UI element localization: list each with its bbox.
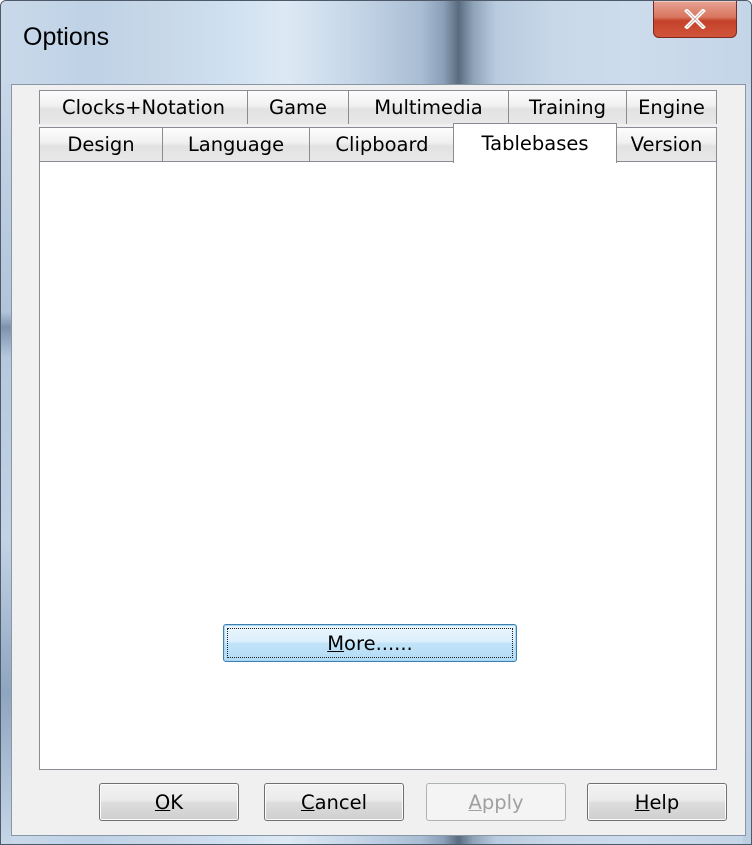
tab-multimedia[interactable]: Multimedia [348, 90, 509, 124]
tab-label: Clocks+Notation [62, 96, 225, 119]
more-button-label: ore...... [344, 631, 413, 655]
tab-label: Version [630, 133, 703, 156]
window-frame-left [1, 84, 11, 844]
cancel-mnemonic: C [300, 790, 315, 814]
tab-row-back: Clocks+Notation Game Multimedia Training… [39, 90, 717, 126]
apply-mnemonic: A [468, 790, 482, 814]
tab-label: Game [268, 96, 328, 119]
ok-mnemonic: O [154, 790, 171, 814]
tab-game[interactable]: Game [247, 90, 349, 124]
tab-tablebases[interactable]: Tablebases [453, 123, 617, 163]
window-title: Options [23, 23, 110, 51]
tab-label: Tablebases [481, 132, 589, 155]
cancel-button[interactable]: Cancel [264, 783, 404, 821]
tab-label: Clipboard [335, 133, 429, 156]
tab-label: Multimedia [374, 96, 483, 119]
more-button[interactable]: More...... [223, 624, 517, 662]
tab-language[interactable]: Language [162, 127, 310, 161]
tab-clocks-notation[interactable]: Clocks+Notation [39, 90, 248, 124]
ok-button[interactable]: OK [99, 783, 239, 821]
more-button-mnemonic: M [327, 631, 345, 655]
tab-clipboard[interactable]: Clipboard [309, 127, 455, 161]
close-icon [684, 9, 706, 29]
tab-engine[interactable]: Engine [626, 90, 717, 124]
ok-label: K [170, 790, 184, 814]
close-button[interactable] [653, 1, 737, 38]
tab-label: Engine [638, 96, 705, 119]
cancel-label: ancel [314, 790, 368, 814]
tab-label: Design [67, 133, 135, 156]
title-bar[interactable]: Options [1, 1, 751, 84]
apply-button[interactable]: Apply [426, 783, 566, 821]
tablebases-tab-panel: More...... [39, 161, 717, 770]
tab-version[interactable]: Version [616, 127, 717, 161]
tab-training[interactable]: Training [508, 90, 627, 124]
tab-label: Training [529, 96, 606, 119]
tab-design[interactable]: Design [39, 127, 163, 161]
help-button[interactable]: Help [587, 783, 727, 821]
options-dialog-window: Options Clocks+Notation Game Multimedia … [0, 0, 752, 845]
apply-label: pply [481, 790, 524, 814]
help-label: elp [649, 790, 680, 814]
help-mnemonic: H [634, 790, 650, 814]
tab-label: Language [187, 133, 285, 156]
tab-row-front: Design Language Clipboard Tablebases Ver… [39, 123, 717, 163]
dialog-client-area: Clocks+Notation Game Multimedia Training… [11, 84, 746, 836]
